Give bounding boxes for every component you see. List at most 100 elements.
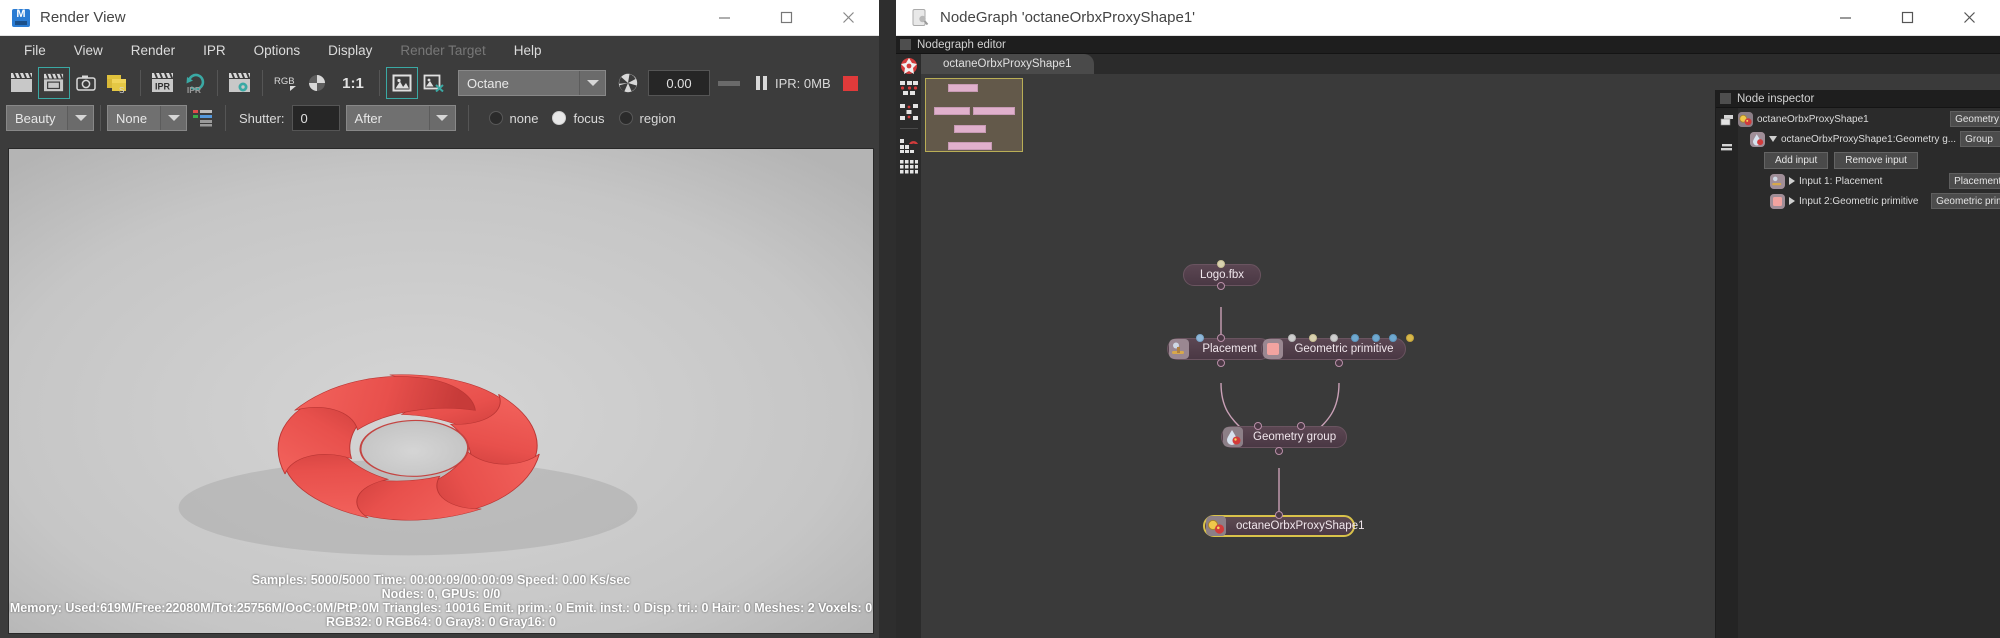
- ipr-render-icon[interactable]: IPR: [147, 67, 179, 99]
- inspector-input-2-select[interactable]: Geometric primitive: [1931, 193, 2000, 209]
- port-geoprim-7[interactable]: [1406, 334, 1414, 342]
- remove-input-button[interactable]: Remove input: [1834, 151, 1918, 169]
- nodegraph-tabbar: octaneOrbxProxyShape1: [921, 54, 2000, 74]
- menu-display[interactable]: Display: [314, 40, 386, 61]
- keep-image-icon[interactable]: [386, 67, 418, 99]
- port-placement-out[interactable]: [1217, 359, 1225, 367]
- chevron-down-icon[interactable]: [160, 106, 186, 130]
- stack-layers-icon[interactable]: [1720, 114, 1734, 133]
- chevron-down-icon[interactable]: [428, 106, 455, 130]
- region-mode-none[interactable]: none: [488, 111, 538, 126]
- port-placement-in-geo[interactable]: [1217, 334, 1225, 342]
- port-geoprim-1[interactable]: [1288, 334, 1296, 342]
- pause-icon[interactable]: [756, 76, 767, 90]
- chevron-right-icon[interactable]: [1789, 177, 1795, 185]
- render-sequence-icon[interactable]: S: [102, 67, 134, 99]
- render-clapper-icon[interactable]: [6, 67, 38, 99]
- chevron-down-icon[interactable]: [579, 71, 605, 95]
- node-geometry-group-label: Geometry group: [1253, 431, 1337, 443]
- port-placement-in-blue[interactable]: [1196, 334, 1204, 342]
- minimize-icon[interactable]: [693, 0, 755, 36]
- menu-view[interactable]: View: [60, 40, 117, 61]
- align-nodes-icon[interactable]: [899, 79, 919, 99]
- inspector-input-1-row[interactable]: Input 1: Placement Placement ↕: [1738, 172, 2000, 190]
- renderer-select[interactable]: Octane: [458, 70, 606, 96]
- port-geoprim-5[interactable]: [1372, 334, 1380, 342]
- geometric-primitive-node-icon: [1770, 193, 1785, 209]
- chevron-down-icon[interactable]: [1769, 136, 1777, 142]
- tab-octaneorbxproxyshape1[interactable]: octaneOrbxProxyShape1: [921, 54, 1094, 74]
- shutter-mode-select[interactable]: After: [345, 105, 456, 131]
- inspector-child-type-select[interactable]: Group: [1960, 131, 2000, 147]
- inspector-root-name: octaneOrbxProxyShape1: [1757, 113, 1869, 125]
- radio-focus[interactable]: [552, 111, 567, 125]
- port-geoprim-3[interactable]: [1330, 334, 1338, 342]
- inspector-input-1-select[interactable]: Placement: [1949, 173, 2000, 189]
- port-orbxproxy-in[interactable]: [1275, 511, 1283, 519]
- exposure-field[interactable]: 0.00: [648, 70, 710, 96]
- radio-region[interactable]: [618, 111, 633, 125]
- svg-text:RGB: RGB: [274, 76, 295, 87]
- menu-options[interactable]: Options: [240, 40, 315, 61]
- distribute-nodes-icon[interactable]: [899, 102, 919, 122]
- add-input-button[interactable]: Add input: [1764, 151, 1829, 169]
- port-geoprim-2[interactable]: [1309, 334, 1317, 342]
- snapshot-camera-icon[interactable]: [70, 67, 102, 99]
- port-geoprim-6[interactable]: [1389, 334, 1397, 342]
- render-region-clapper-icon[interactable]: [38, 67, 70, 99]
- render-layers-icon[interactable]: [187, 102, 219, 134]
- alpha-channel-icon[interactable]: [301, 67, 333, 99]
- aperture-icon[interactable]: [612, 67, 644, 99]
- render-pass-select[interactable]: Beauty: [6, 105, 94, 131]
- menu-help[interactable]: Help: [500, 40, 556, 61]
- panel-grip-icon[interactable]: [900, 39, 911, 50]
- status-line-4: RGB32: 0 RGB64: 0 Gray8: 0 Gray16: 0: [326, 615, 556, 629]
- inspector-root-type-select[interactable]: Geometry out: [1950, 111, 2000, 127]
- menu-file[interactable]: File: [10, 40, 60, 61]
- inspector-root-row[interactable]: octaneOrbxProxyShape1 Geometry out: [1738, 110, 2000, 128]
- maximize-icon[interactable]: [755, 0, 817, 36]
- nodegraph-minimap[interactable]: [925, 78, 1023, 152]
- render-image-area[interactable]: Samples: 5000/5000 Time: 00:00:09/00:00:…: [8, 148, 874, 634]
- port-logo-fbx-out[interactable]: [1217, 260, 1225, 268]
- camera-select[interactable]: None: [107, 105, 187, 131]
- render-settings-icon[interactable]: [224, 67, 256, 99]
- port-geoprim-out[interactable]: [1335, 359, 1343, 367]
- menu-ipr[interactable]: IPR: [189, 40, 240, 61]
- node-geometry-group[interactable]: Geometry group: [1221, 426, 1347, 448]
- port-geogroup-out[interactable]: [1275, 447, 1283, 455]
- slider-handle[interactable]: [718, 80, 740, 86]
- ipr-refresh-icon[interactable]: IPR: [179, 67, 211, 99]
- inspector-input-2-row[interactable]: Input 2:Geometric primitive Geometric pr…: [1738, 192, 2000, 210]
- port-geogroup-in-1[interactable]: [1254, 422, 1262, 430]
- region-mode-region[interactable]: region: [618, 111, 676, 126]
- region-mode-focus[interactable]: focus: [552, 111, 605, 126]
- node-octaneorbxproxyshape1-label: octaneOrbxProxyShape1: [1236, 520, 1365, 532]
- panel-grip-icon[interactable]: [1720, 93, 1731, 104]
- chevron-down-icon[interactable]: [67, 106, 93, 130]
- geometry-group-node-icon: [1223, 427, 1243, 447]
- ipr-memory-status: IPR: 0MB: [775, 75, 831, 91]
- radio-none[interactable]: [488, 111, 503, 125]
- placement-node-icon: [1770, 173, 1785, 189]
- close-icon[interactable]: [1938, 0, 2000, 36]
- one-to-one-zoom-button[interactable]: 1:1: [333, 67, 373, 99]
- maximize-icon[interactable]: [1876, 0, 1938, 36]
- grid-icon[interactable]: [899, 158, 919, 178]
- render-canvas[interactable]: Samples: 5000/5000 Time: 00:00:09/00:00:…: [9, 149, 873, 633]
- port-geogroup-in-2[interactable]: [1297, 422, 1305, 430]
- list-lines-icon[interactable]: [1720, 141, 1734, 160]
- menu-render[interactable]: Render: [117, 40, 189, 61]
- close-icon[interactable]: [817, 0, 879, 36]
- port-logo-fbx-in[interactable]: [1217, 282, 1225, 290]
- magnet-snap-icon[interactable]: [899, 135, 919, 155]
- chevron-right-icon[interactable]: [1789, 197, 1795, 205]
- port-geoprim-4[interactable]: [1351, 334, 1359, 342]
- inspector-child-row[interactable]: octaneOrbxProxyShape1:Geometry g... Grou…: [1738, 130, 2000, 148]
- node-geometric-primitive-label: Geometric primitive: [1294, 343, 1394, 355]
- rgb-channel-icon[interactable]: RGB: [269, 67, 301, 99]
- octane-logo-icon[interactable]: [899, 56, 919, 76]
- shutter-input[interactable]: 0: [291, 105, 340, 131]
- remove-image-icon[interactable]: [418, 67, 450, 99]
- minimize-icon[interactable]: [1814, 0, 1876, 36]
